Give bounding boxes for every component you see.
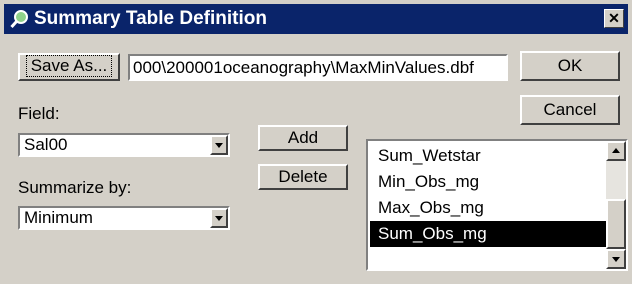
- summarize-by-value: Minimum: [24, 208, 93, 227]
- output-path-value: 000\200001oceanography\MaxMinValues.dbf: [133, 58, 474, 77]
- scroll-thumb[interactable]: [606, 199, 626, 249]
- cancel-label: Cancel: [543, 100, 597, 119]
- chevron-up-icon: [612, 148, 620, 153]
- scroll-down-button[interactable]: [606, 249, 626, 269]
- cancel-button[interactable]: Cancel: [520, 95, 620, 125]
- field-dropdown-value: Sal00: [24, 135, 68, 154]
- chevron-down-icon: [612, 257, 620, 262]
- chevron-down-icon: [215, 216, 223, 221]
- list-item[interactable]: Max_Obs_mg: [370, 195, 606, 221]
- magnifier-icon: [10, 10, 28, 29]
- scroll-up-button[interactable]: [606, 141, 626, 161]
- window-title: Summary Table Definition: [34, 8, 267, 29]
- ok-button[interactable]: OK: [520, 51, 620, 81]
- ok-label: OK: [557, 56, 583, 75]
- delete-button[interactable]: Delete: [258, 164, 348, 190]
- field-dropdown[interactable]: Sal00: [18, 133, 230, 157]
- summarize-by-label: Summarize by:: [18, 178, 132, 197]
- title-bar[interactable]: Summary Table Definition ✕: [4, 4, 628, 34]
- summarize-by-dropdown-button[interactable]: [210, 208, 228, 228]
- output-path-field[interactable]: 000\200001oceanography\MaxMinValues.dbf: [128, 54, 508, 81]
- field-label: Field:: [18, 104, 60, 123]
- summary-fields-list[interactable]: Sum_Wetstar Min_Obs_mg Max_Obs_mg Sum_Ob…: [366, 139, 628, 271]
- chevron-down-icon: [215, 143, 223, 148]
- list-item[interactable]: Min_Obs_mg: [370, 169, 606, 195]
- close-icon: ✕: [608, 10, 620, 26]
- save-as-button[interactable]: Save As...: [18, 53, 120, 81]
- add-button[interactable]: Add: [258, 125, 348, 151]
- field-dropdown-button[interactable]: [210, 135, 228, 155]
- summary-table-definition-dialog: Summary Table Definition ✕ Save As... 00…: [0, 0, 632, 284]
- list-item[interactable]: Sum_Wetstar: [370, 143, 606, 169]
- add-label: Add: [287, 128, 319, 147]
- list-item-selected[interactable]: Sum_Obs_mg: [370, 221, 606, 247]
- delete-label: Delete: [278, 167, 328, 186]
- summarize-by-dropdown[interactable]: Minimum: [18, 206, 230, 230]
- list-scrollbar[interactable]: [606, 141, 626, 269]
- close-button[interactable]: ✕: [604, 9, 624, 28]
- save-as-label: Save As...: [25, 55, 113, 77]
